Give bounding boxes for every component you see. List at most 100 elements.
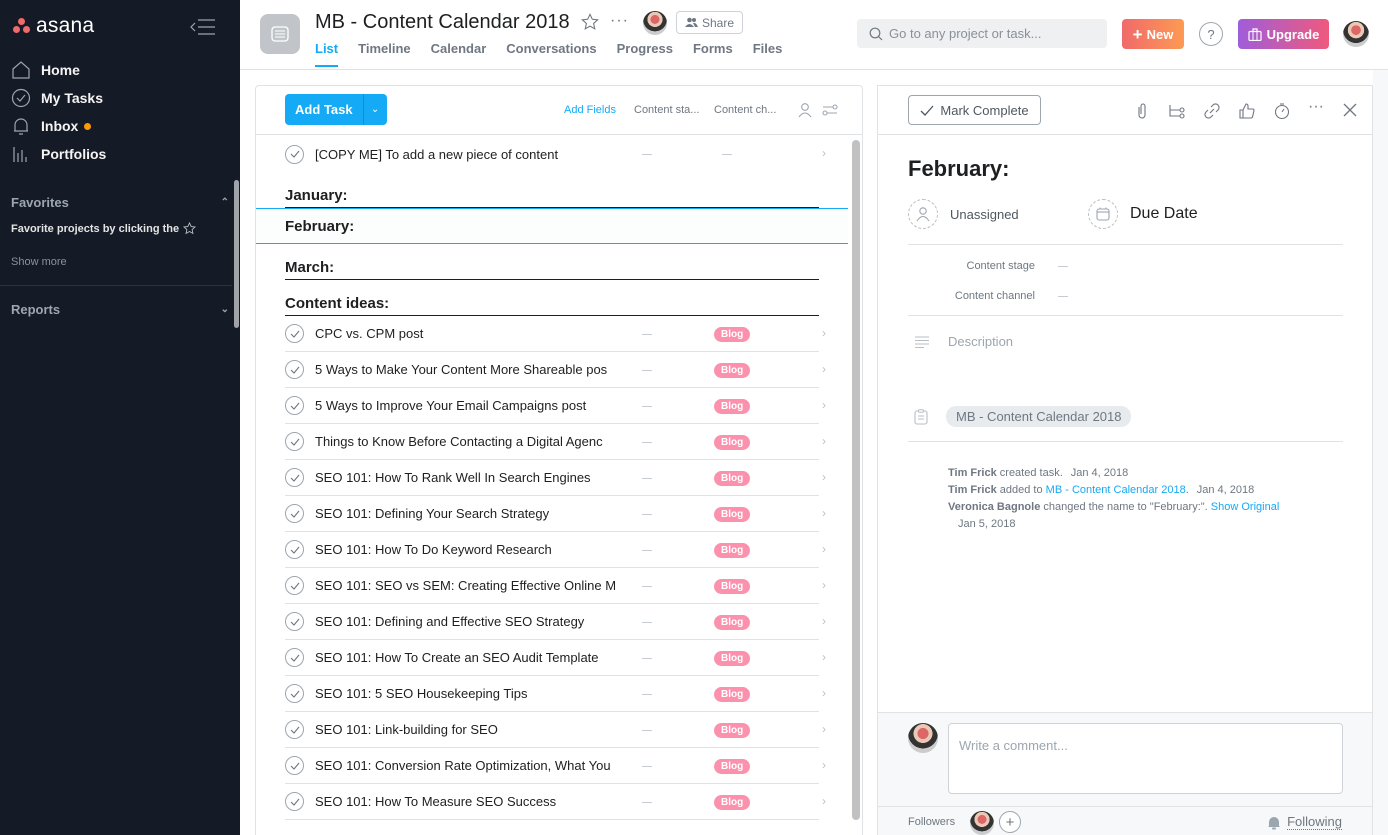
complete-task-checkbox[interactable] <box>285 468 304 487</box>
due-date-field[interactable]: Due Date <box>1088 199 1198 229</box>
complete-task-checkbox[interactable] <box>285 684 304 703</box>
task-row[interactable]: SEO 101: How To Create an SEO Audit Temp… <box>285 640 826 676</box>
chevron-right-icon[interactable]: › <box>822 146 826 160</box>
task-row[interactable]: SEO 101: Conversion Rate Optimization, W… <box>285 748 826 784</box>
section-name[interactable]: January: <box>285 187 819 208</box>
favorites-header[interactable]: Favorites ⌃ <box>11 195 229 210</box>
content-stage-empty[interactable] <box>642 442 652 443</box>
content-stage-empty[interactable] <box>642 478 652 479</box>
activity-actor[interactable]: Tim Frick <box>948 467 997 479</box>
asana-logo[interactable]: asana <box>12 14 94 38</box>
task-name[interactable]: SEO 101: How To Measure SEO Success <box>315 794 619 809</box>
chevron-right-icon[interactable]: › <box>822 650 826 664</box>
task-name[interactable]: SEO 101: How To Rank Well In Search Engi… <box>315 470 619 485</box>
task-name[interactable]: SEO 101: SEO vs SEM: Creating Effective … <box>315 578 619 593</box>
section-name[interactable]: February: <box>256 218 848 235</box>
chevron-right-icon[interactable]: › <box>822 326 826 340</box>
content-stage-empty[interactable] <box>642 550 652 551</box>
collapse-sidebar-button[interactable] <box>190 18 216 36</box>
complete-task-checkbox[interactable] <box>285 612 304 631</box>
complete-task-checkbox[interactable] <box>285 324 304 343</box>
tab-list[interactable]: List <box>315 41 339 67</box>
reports-header[interactable]: Reports ⌄ <box>11 302 229 317</box>
chevron-right-icon[interactable]: › <box>822 470 826 484</box>
chevron-right-icon[interactable]: › <box>822 362 826 376</box>
content-channel-tag[interactable]: Blog <box>714 363 751 378</box>
activity-actor[interactable]: Veronica Bagnole <box>948 501 1040 513</box>
content-stage-empty[interactable] <box>642 658 652 659</box>
task-name[interactable]: SEO 101: Defining and Effective SEO Stra… <box>315 614 619 629</box>
content-stage-empty[interactable] <box>642 622 652 623</box>
task-name[interactable]: SEO 101: How To Do Keyword Research <box>315 542 619 557</box>
show-original-link[interactable]: Show Original <box>1211 501 1279 513</box>
sidebar-item-my-tasks[interactable]: My Tasks <box>0 84 240 112</box>
field-value-empty[interactable] <box>1058 265 1068 267</box>
task-name[interactable]: SEO 101: Defining Your Search Strategy <box>315 506 619 521</box>
section-name[interactable]: Content ideas: <box>285 295 819 316</box>
complete-task-checkbox[interactable] <box>285 540 304 559</box>
content-channel-tag[interactable]: Blog <box>714 795 751 810</box>
chevron-right-icon[interactable]: › <box>822 722 826 736</box>
description-field[interactable]: Description <box>914 334 1013 349</box>
chevron-right-icon[interactable]: › <box>822 506 826 520</box>
project-pill[interactable]: MB - Content Calendar 2018 <box>946 406 1132 427</box>
task-row[interactable]: SEO 101: Defining Your Search Strategy Bl… <box>285 496 826 532</box>
project-more-button[interactable]: ··· <box>610 12 629 30</box>
search-bar[interactable] <box>857 19 1107 48</box>
task-name[interactable]: CPC vs. CPM post <box>315 326 619 341</box>
chevron-right-icon[interactable]: › <box>822 614 826 628</box>
content-stage-empty[interactable] <box>642 586 652 587</box>
content-channel-tag[interactable]: Blog <box>714 507 751 522</box>
task-name[interactable]: SEO 101: 5 SEO Housekeeping Tips <box>315 686 619 701</box>
follower-avatar[interactable] <box>970 811 994 835</box>
list-scrollbar[interactable] <box>852 140 860 820</box>
task-row[interactable]: SEO 101: How To Do Keyword Research Blog › <box>285 532 826 568</box>
chevron-right-icon[interactable]: › <box>822 542 826 556</box>
tab-progress[interactable]: Progress <box>617 41 673 67</box>
complete-task-checkbox[interactable] <box>285 504 304 523</box>
task-name[interactable]: SEO 101: How To Create an SEO Audit Temp… <box>315 650 619 665</box>
section-header[interactable]: Content ideas: <box>285 280 819 316</box>
sidebar-item-portfolios[interactable]: Portfolios <box>0 140 240 168</box>
add-fields-link[interactable]: Add Fields <box>564 104 616 116</box>
assignee-column-icon[interactable] <box>797 102 813 118</box>
add-task-button[interactable]: Add Task <box>285 94 363 125</box>
attachment-icon[interactable] <box>1133 102 1151 120</box>
content-channel-field[interactable]: Content channel <box>908 290 1068 302</box>
content-channel-tag[interactable]: Blog <box>714 615 751 630</box>
sort-filter-icon[interactable] <box>822 102 838 118</box>
chevron-right-icon[interactable]: › <box>822 398 826 412</box>
project-icon[interactable] <box>260 14 300 54</box>
complete-task-checkbox[interactable] <box>285 360 304 379</box>
column-header-content-channel[interactable]: Content ch... <box>714 104 776 116</box>
chevron-right-icon[interactable]: › <box>822 434 826 448</box>
task-row[interactable]: SEO 101: 5 SEO Housekeeping Tips Blog › <box>285 676 826 712</box>
favorite-button[interactable] <box>581 13 599 31</box>
content-stage-empty[interactable] <box>642 514 652 515</box>
comment-input[interactable] <box>948 723 1343 794</box>
task-row[interactable]: SEO 101: Defining and Effective SEO Stra… <box>285 604 826 640</box>
complete-task-checkbox[interactable] <box>285 396 304 415</box>
chevron-right-icon[interactable]: › <box>822 794 826 808</box>
content-channel-tag[interactable]: Blog <box>714 651 751 666</box>
section-header-selected[interactable]: February: <box>256 208 848 244</box>
new-button[interactable]: + New <box>1122 19 1184 49</box>
content-channel-tag[interactable]: Blog <box>714 579 751 594</box>
complete-task-checkbox[interactable] <box>285 576 304 595</box>
column-header-content-stage[interactable]: Content sta... <box>634 104 699 116</box>
tab-conversations[interactable]: Conversations <box>506 41 596 67</box>
content-channel-empty[interactable] <box>722 154 732 155</box>
content-channel-tag[interactable]: Blog <box>714 687 751 702</box>
user-avatar[interactable] <box>1343 21 1369 47</box>
complete-task-checkbox[interactable] <box>285 756 304 775</box>
add-follower-button[interactable]: + <box>999 811 1021 833</box>
section-header[interactable]: January: <box>285 172 819 208</box>
complete-task-checkbox[interactable] <box>285 792 304 811</box>
content-stage-empty[interactable] <box>642 370 652 371</box>
tab-timeline[interactable]: Timeline <box>358 41 411 67</box>
task-name[interactable]: [COPY ME] To add a new piece of content <box>315 147 619 162</box>
like-icon[interactable] <box>1238 102 1256 120</box>
task-name[interactable]: 5 Ways to Improve Your Email Campaigns p… <box>315 398 619 413</box>
upgrade-button[interactable]: Upgrade <box>1238 19 1329 49</box>
tab-forms[interactable]: Forms <box>693 41 733 67</box>
